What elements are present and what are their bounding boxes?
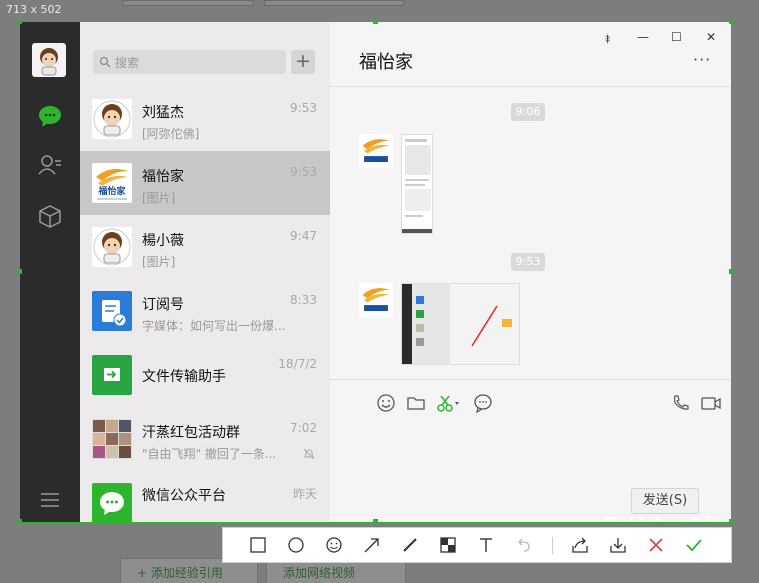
sidebar (20, 22, 80, 522)
resize-handle[interactable] (373, 519, 378, 524)
search-input[interactable]: 搜索 (93, 50, 286, 74)
sender-avatar[interactable] (359, 134, 393, 168)
bg-button (122, 0, 254, 6)
chat-name: 楊小薇 (142, 233, 184, 249)
folder-icon[interactable] (406, 393, 426, 413)
avatar (92, 227, 132, 267)
confirm-check-icon[interactable] (685, 536, 703, 554)
watermark: Baidu 经验 (600, 506, 731, 522)
arrow-tool-icon[interactable] (363, 536, 381, 554)
resize-handle[interactable] (729, 19, 734, 24)
toolbar-divider (552, 537, 553, 554)
text-tool-icon[interactable] (477, 536, 495, 554)
chat-name: 微信公众平台 (142, 488, 226, 504)
snip-toolbar (222, 527, 732, 563)
chat-time: 9:47 (290, 229, 317, 243)
resize-handle[interactable] (729, 269, 734, 274)
chat-history-icon[interactable] (473, 393, 493, 413)
subscription-icon (92, 291, 132, 331)
chat-name: 订阅号 (142, 297, 184, 313)
chat-list-item[interactable]: 订阅号 8:33 字媒体：如何写出一份爆... (80, 279, 330, 343)
wechat-platform-icon (92, 483, 132, 522)
ellipse-tool-icon[interactable] (287, 536, 305, 554)
chat-name: 福怡家 (142, 169, 184, 185)
chat-preview: [阿弥佗佛] (142, 127, 200, 141)
chat-time: 7:02 (290, 421, 317, 435)
group-avatar (92, 419, 132, 459)
chat-panel: ⯒ — ☐ ✕ 福怡家 ··· 9:06 9:53 发送(S) (330, 22, 731, 522)
resize-handle[interactable] (17, 519, 22, 524)
chat-name: 文件传输助手 (142, 369, 226, 385)
resize-handle[interactable] (373, 19, 378, 24)
search-icon (99, 56, 111, 68)
cancel-icon[interactable] (647, 536, 665, 554)
chat-name: 刘猛杰 (142, 105, 184, 121)
capture-size-label: 713 x 502 (6, 3, 62, 16)
chat-list: 搜索 + 刘猛杰 9:53 [阿弥佗佛] 福怡家 福怡家 9:53 [图片] 楊 (80, 22, 330, 522)
chat-name: 汗蒸红包活动群 (142, 425, 240, 441)
minimize-button[interactable]: — (637, 30, 649, 44)
add-button[interactable]: + (291, 50, 315, 74)
chat-preview: "自由飞翔" 撤回了一条... (142, 447, 277, 461)
resize-handle[interactable] (17, 19, 22, 24)
emoji-tool-icon[interactable] (325, 536, 343, 554)
avatar: 福怡家 (92, 163, 132, 203)
bg-button (264, 0, 404, 6)
emoji-icon[interactable] (376, 393, 396, 413)
close-button[interactable]: ✕ (706, 30, 716, 44)
chat-preview: 字媒体：如何写出一份爆... (142, 319, 286, 333)
message-timestamp: 9:06 (511, 103, 545, 121)
more-options-button[interactable]: ··· (693, 50, 711, 69)
share-icon[interactable] (571, 536, 589, 554)
chat-list-item[interactable]: 福怡家 福怡家 9:53 [图片] (80, 151, 330, 215)
image-message[interactable] (401, 134, 433, 234)
chat-list-item[interactable]: 微信公众平台 昨天 (80, 471, 330, 522)
my-avatar[interactable] (32, 43, 66, 77)
chat-list-item[interactable]: 刘猛杰 9:53 [阿弥佗佛] (80, 87, 330, 151)
chat-time: 9:53 (290, 101, 317, 115)
chat-time: 8:33 (290, 293, 317, 307)
chat-list-item[interactable]: 文件传输助手 18/7/2 (80, 343, 330, 407)
input-divider (330, 379, 731, 380)
undo-icon[interactable] (515, 536, 533, 554)
contacts-icon[interactable] (37, 152, 63, 178)
resize-handle[interactable] (729, 519, 734, 524)
mute-bell-icon (303, 448, 315, 460)
avatar (92, 99, 132, 139)
chat-time: 昨天 (292, 487, 317, 501)
chat-list-item[interactable]: 楊小薇 9:47 [图片] (80, 215, 330, 279)
capture-selection[interactable]: 搜索 + 刘猛杰 9:53 [阿弥佗佛] 福怡家 福怡家 9:53 [图片] 楊 (19, 21, 732, 523)
chat-preview: [图片] (142, 255, 176, 269)
favorites-cube-icon[interactable] (37, 203, 63, 229)
chat-preview: [图片] (142, 191, 176, 205)
video-call-icon[interactable] (700, 393, 722, 413)
download-icon[interactable] (609, 536, 627, 554)
chat-time: 18/7/2 (278, 357, 317, 371)
mosaic-tool-icon[interactable] (439, 536, 457, 554)
message-timestamp: 9:53 (511, 253, 545, 271)
logo-text: 福怡家 (97, 185, 126, 197)
chat-list-item[interactable]: 汗蒸红包活动群 7:02 "自由飞翔" 撤回了一条... (80, 407, 330, 471)
chat-time: 9:53 (290, 165, 317, 179)
chat-icon[interactable] (37, 103, 63, 129)
sender-avatar[interactable] (359, 283, 393, 317)
chat-title: 福怡家 (359, 52, 413, 73)
pen-tool-icon[interactable] (401, 536, 419, 554)
rectangle-tool-icon[interactable] (249, 536, 267, 554)
search-placeholder: 搜索 (115, 56, 140, 70)
header-divider (330, 86, 731, 87)
voice-call-icon[interactable] (671, 393, 691, 413)
image-message[interactable] (401, 283, 520, 365)
screenshot-scissors-icon[interactable] (436, 393, 462, 413)
maximize-button[interactable]: ☐ (671, 30, 682, 44)
menu-icon[interactable] (37, 487, 63, 513)
file-transfer-icon (92, 355, 132, 395)
pin-window-button[interactable]: ⯒ (605, 30, 610, 51)
resize-handle[interactable] (17, 269, 22, 274)
